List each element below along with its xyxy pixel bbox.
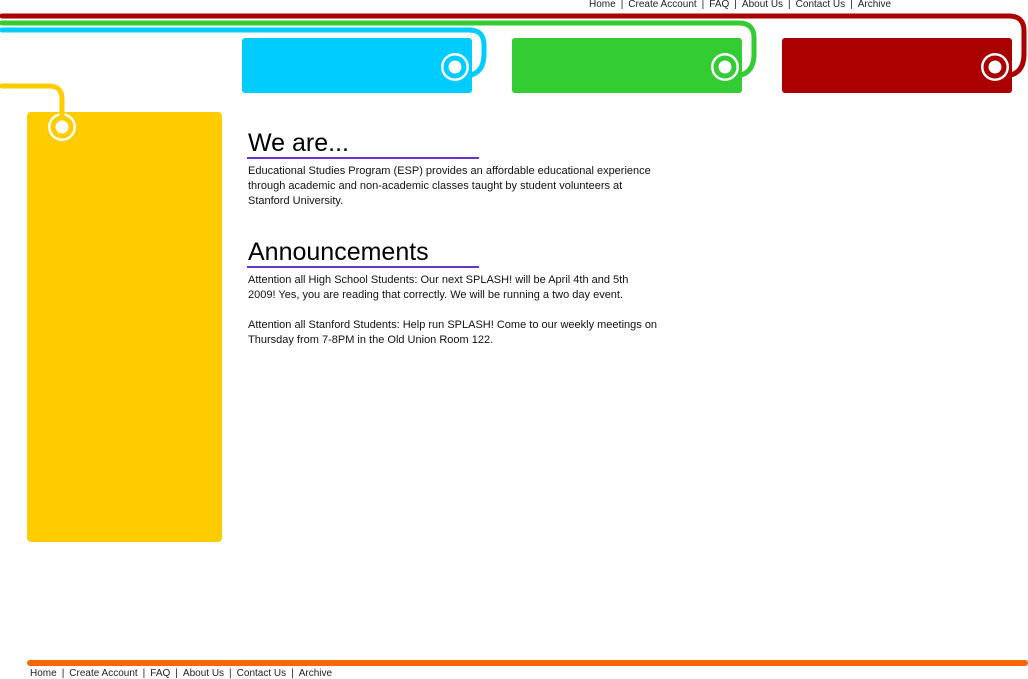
announcements-heading: Announcements <box>248 238 429 266</box>
blue-stripe <box>0 27 487 79</box>
footer-about-us-link[interactable]: About Us <box>183 668 224 679</box>
footer-faq-link[interactable]: FAQ <box>150 668 170 679</box>
nav-separator: | <box>61 668 65 679</box>
about-heading: We are... <box>248 129 349 157</box>
nav-separator: | <box>291 668 294 679</box>
announcement-item: Attention all Stanford Students: Help ru… <box>248 319 658 346</box>
announcement-item: Attention all High School Students: Our … <box>248 274 629 301</box>
footer-contact-us-link[interactable]: Contact Us <box>237 668 286 679</box>
bottom-nav: Home | Create Account | FAQ | About Us | Contact… <box>30 668 332 679</box>
heading-underline <box>247 157 479 159</box>
yellow-stripe <box>0 83 65 121</box>
about-text: Educational Studies Program (ESP) provid… <box>248 165 651 207</box>
sidebar-panel <box>27 112 222 542</box>
heading-underline <box>247 266 479 268</box>
nav-separator: | <box>175 668 178 679</box>
footer-home-link[interactable]: Home <box>30 668 57 679</box>
main-content: We are... Educational Studies Program (E… <box>247 129 658 348</box>
nav-separator: | <box>229 668 232 679</box>
footer-archive-link[interactable]: Archive <box>299 668 332 679</box>
footer-bar <box>27 660 1028 666</box>
nav-separator: | <box>142 668 146 679</box>
footer-create-account-link[interactable]: Create Account <box>69 668 137 679</box>
